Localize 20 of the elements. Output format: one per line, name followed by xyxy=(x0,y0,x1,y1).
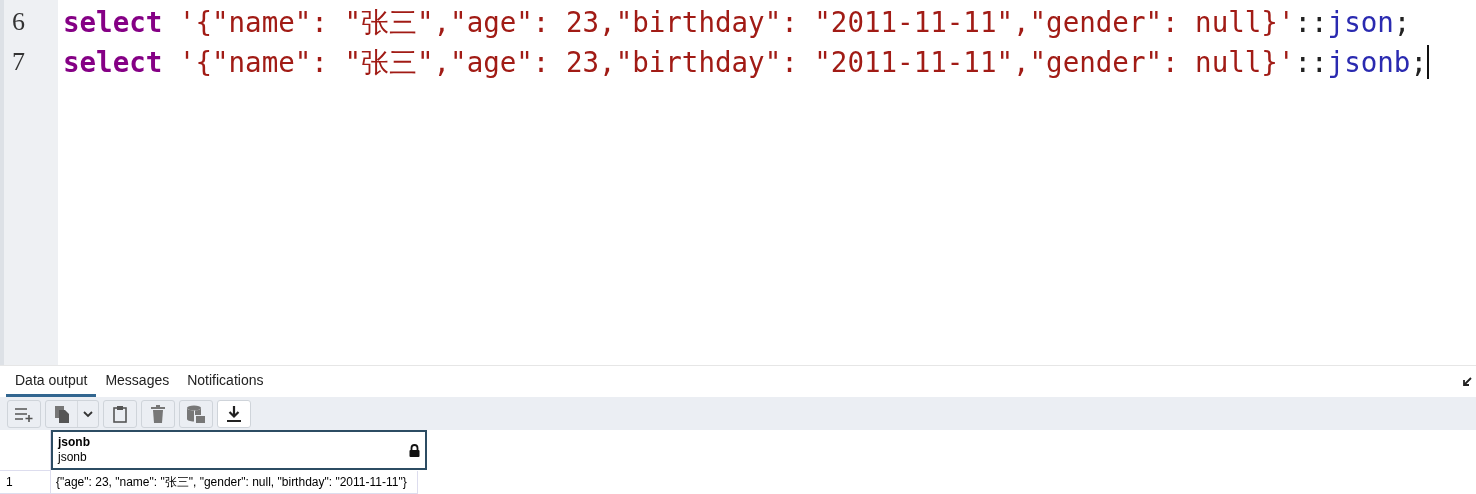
line-number: 7 xyxy=(11,46,26,78)
column-header[interactable]: jsonb jsonb xyxy=(51,430,427,470)
database-save-icon xyxy=(186,404,206,423)
line-number: 6 xyxy=(11,6,26,38)
copy-icon xyxy=(53,404,70,423)
code-line: select '{"name": "张三","age": 23,"birthday": "2011-11-11","gender": null}'::json; xyxy=(63,5,1411,40)
chevron-down-icon xyxy=(83,409,93,418)
trash-icon xyxy=(151,404,165,423)
column-name: jsonb xyxy=(58,435,90,450)
table-cell: {"age": 23, "name": "张三", "gender": null, "birthday": "2011-11-11"} xyxy=(56,473,407,491)
code-line: select '{"name": "张三","age": 23,"birthday": "2011-11-11","gender": null}'::jsonb; xyxy=(63,45,1427,80)
collapse-arrow-icon[interactable] xyxy=(1462,376,1472,387)
tab[interactable]: Notifications xyxy=(178,366,273,398)
row-number: 1 xyxy=(6,475,13,489)
text-cursor xyxy=(1426,45,1429,79)
download-icon xyxy=(227,404,241,423)
clipboard-icon xyxy=(113,404,127,423)
column-type: jsonb xyxy=(58,450,88,465)
tab[interactable]: Messages xyxy=(96,366,179,398)
add-row-icon xyxy=(14,405,34,422)
